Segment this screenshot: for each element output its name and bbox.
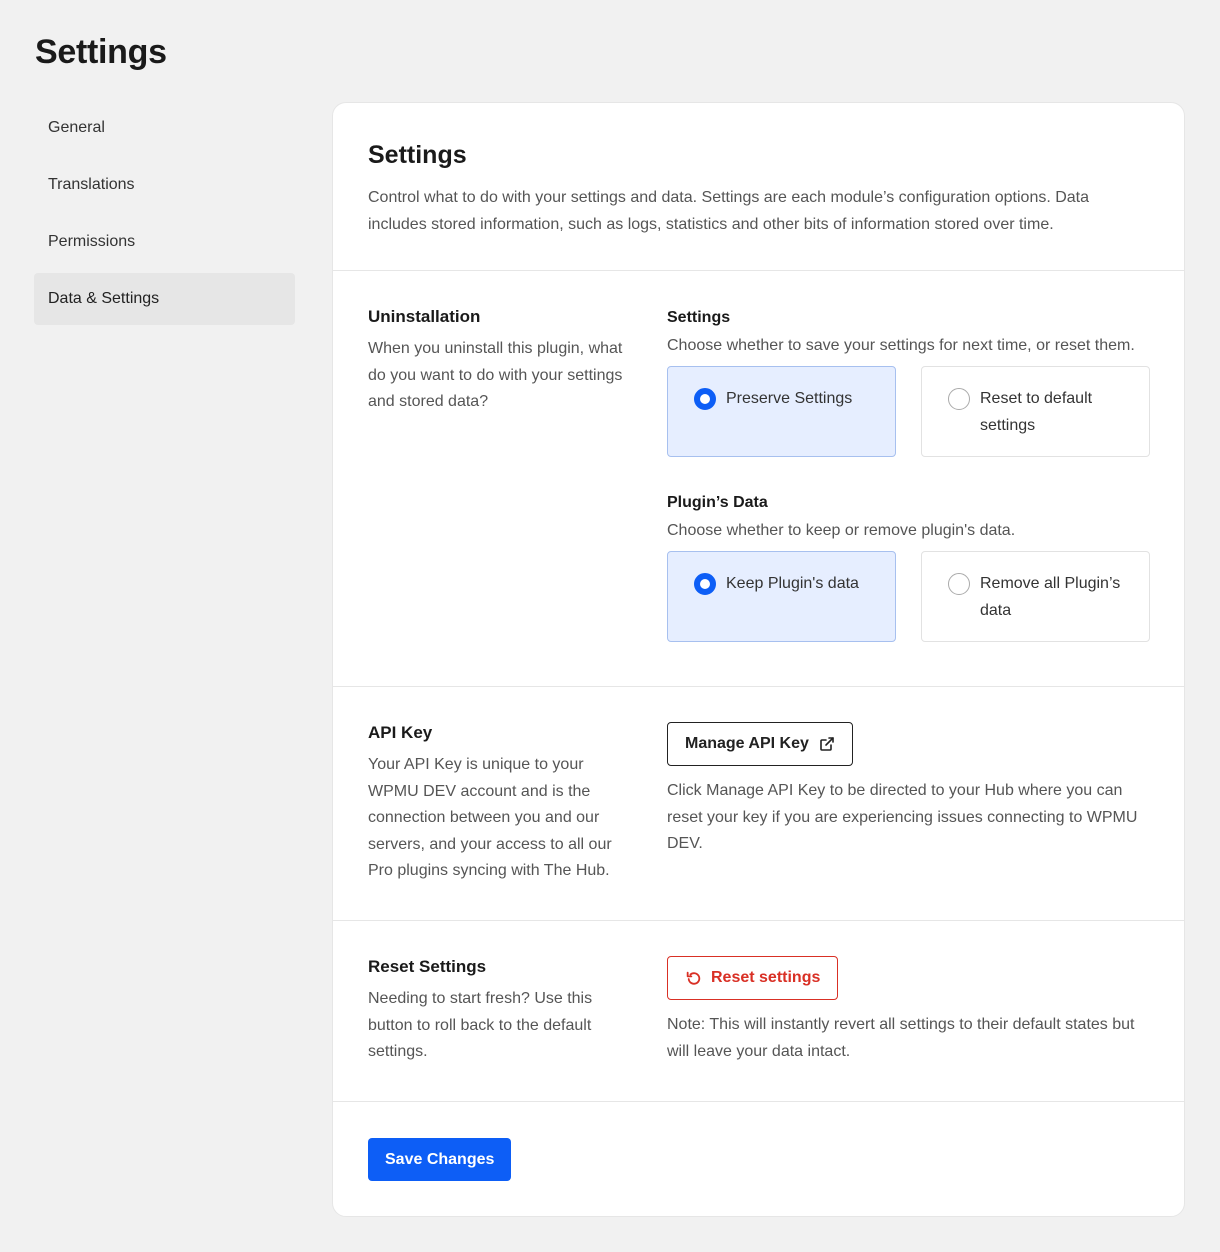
reset-section: Reset Settings Needing to start fresh? U… [333,921,1184,1102]
settings-card: Settings Control what to do with your se… [332,102,1185,1217]
reset-note: Note: This will instantly revert all set… [667,1016,1135,1060]
remove-data-option[interactable]: Remove all Plugin’s data [921,551,1150,642]
radio-selected-icon[interactable] [694,388,716,410]
reset-settings-label: Reset settings [711,969,821,986]
external-link-icon [820,737,834,751]
undo-icon [686,971,701,985]
option-label: Preserve Settings [726,390,853,407]
plugin-data-options: Keep Plugin's data Remove all Plugin’s d… [667,551,1151,642]
uninstallation-section: Uninstallation When you uninstall this p… [333,271,1184,687]
sidebar-item-general[interactable]: General [34,102,295,154]
api-key-title: API Key [368,723,433,742]
plugin-data-subtitle: Plugin’s Data [667,494,768,511]
card-description: Control what to do with your settings an… [368,189,1090,233]
radio-unselected-icon[interactable] [948,573,970,595]
settings-options: Preserve Settings Reset to default setti… [667,366,1151,457]
option-label: Keep Plugin's data [726,575,859,592]
api-key-section: API Key Your API Key is unique to your W… [333,687,1184,921]
settings-subtext: Choose whether to save your settings for… [667,337,1135,354]
plugin-data-subtext: Choose whether to keep or remove plugin'… [667,522,1016,539]
sidebar: General Translations Permissions Data & … [34,102,295,330]
manage-api-key-label: Manage API Key [685,735,809,752]
sidebar-item-data-settings[interactable]: Data & Settings [34,273,295,325]
card-header: Settings Control what to do with your se… [333,103,1184,271]
page-title: Settings [35,33,167,71]
uninstallation-text: When you uninstall this plugin, what do … [368,340,623,410]
reset-title: Reset Settings [368,957,487,976]
preserve-settings-option[interactable]: Preserve Settings [667,366,896,457]
reset-default-option[interactable]: Reset to default settings [921,366,1150,457]
card-footer: Save Changes [333,1102,1184,1216]
keep-data-option[interactable]: Keep Plugin's data [667,551,896,642]
card-title: Settings [368,141,467,169]
manage-api-key-button[interactable]: Manage API Key [667,722,853,766]
uninstallation-title: Uninstallation [368,307,481,326]
radio-selected-icon[interactable] [694,573,716,595]
sidebar-item-permissions[interactable]: Permissions [34,216,295,268]
radio-unselected-icon[interactable] [948,388,970,410]
reset-text: Needing to start fresh? Use this button … [368,990,593,1060]
api-key-text: Your API Key is unique to your WPMU DEV … [368,756,612,879]
option-label: Remove all Plugin’s data [980,575,1121,619]
save-changes-button[interactable]: Save Changes [368,1138,512,1181]
option-label: Reset to default settings [980,390,1093,434]
settings-subtitle: Settings [667,309,731,326]
sidebar-item-translations[interactable]: Translations [34,159,295,211]
api-key-help: Click Manage API Key to be directed to y… [667,782,1138,852]
reset-settings-button[interactable]: Reset settings [667,956,839,1000]
